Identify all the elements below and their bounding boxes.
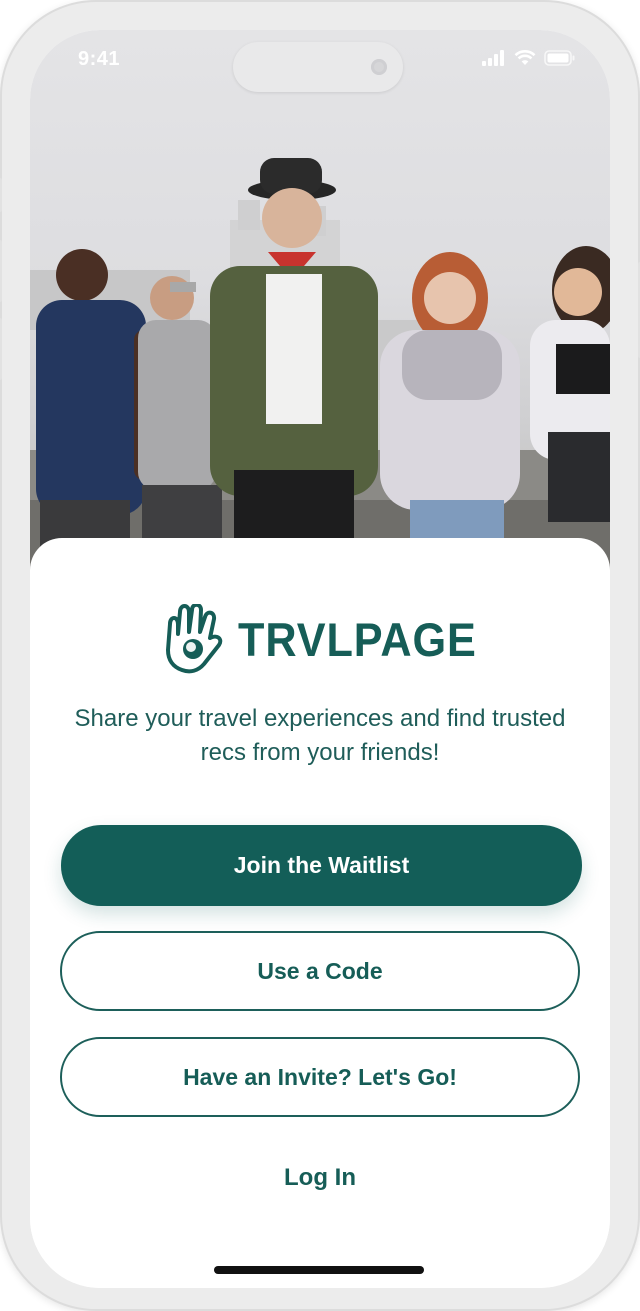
home-indicator[interactable] bbox=[214, 1266, 424, 1274]
status-bar: 9:41 bbox=[30, 30, 610, 92]
brand-logo: TRVLPAGE bbox=[30, 604, 610, 674]
cellular-signal-icon bbox=[482, 50, 504, 66]
volume-down-button bbox=[0, 318, 2, 380]
status-icons bbox=[482, 50, 576, 66]
volume-up-button bbox=[0, 240, 2, 302]
status-time: 9:41 bbox=[78, 48, 121, 70]
invite-button[interactable]: Have an Invite? Let's Go! bbox=[60, 1037, 580, 1117]
camera-dot bbox=[371, 59, 387, 75]
dynamic-island bbox=[233, 42, 403, 92]
hero-illustration bbox=[30, 158, 610, 590]
battery-icon bbox=[544, 50, 575, 66]
onboarding-card: TRVLPAGE Share your travel experiences a… bbox=[30, 538, 610, 1288]
join-waitlist-button[interactable]: Join the Waitlist bbox=[61, 825, 582, 906]
use-code-button[interactable]: Use a Code bbox=[60, 931, 580, 1011]
hero-photo: 9:41 bbox=[30, 30, 610, 590]
login-link[interactable]: Log In bbox=[30, 1164, 610, 1192]
app-screen: 9:41 TRVLPAGE Share your travel experien… bbox=[30, 30, 610, 1288]
phone-frame: 9:41 TRVLPAGE Share your travel experien… bbox=[0, 0, 640, 1311]
wifi-icon bbox=[514, 50, 536, 65]
brand-wordmark: TRVLPAGE bbox=[238, 612, 478, 666]
tagline: Share your travel experiences and find t… bbox=[74, 705, 566, 766]
silent-switch bbox=[0, 178, 2, 212]
hand-icon bbox=[166, 604, 223, 674]
